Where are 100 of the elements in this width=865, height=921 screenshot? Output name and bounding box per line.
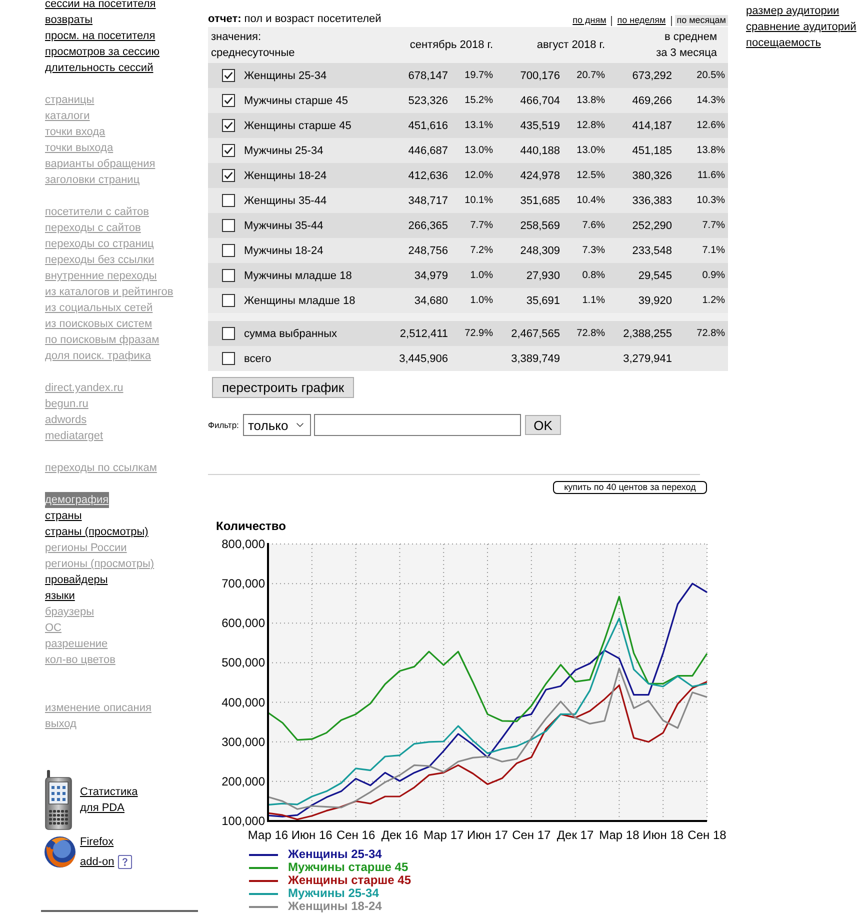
table-cell: 351,685 bbox=[497, 188, 564, 213]
values-mode: среднесуточные bbox=[211, 46, 296, 61]
table-cell: 3,279,941 bbox=[609, 346, 676, 371]
checkbox[interactable] bbox=[222, 244, 235, 257]
table-cell: 12.0% bbox=[452, 163, 498, 188]
legend-label: Женщины 18-24 bbox=[288, 900, 382, 913]
nav-link[interactable]: заголовки страниц bbox=[45, 172, 140, 188]
help-icon[interactable] bbox=[118, 855, 132, 869]
table-cell: 13.8% bbox=[564, 88, 610, 113]
checkbox[interactable] bbox=[222, 294, 235, 307]
y-tick-label: 300,000 bbox=[222, 734, 265, 749]
nav-link[interactable]: сессии на посетителя bbox=[45, 0, 156, 12]
buy-button[interactable]: купить по 40 центов за переход bbox=[553, 481, 707, 494]
filter-select[interactable]: только bbox=[243, 414, 311, 436]
filter-input[interactable] bbox=[314, 414, 521, 436]
row-label: Женщины 18-24 bbox=[240, 163, 390, 188]
nav-link[interactable]: провайдеры bbox=[45, 572, 108, 588]
values-label: значения: bbox=[211, 30, 262, 45]
table-cell: 435,519 bbox=[497, 113, 564, 138]
nav-link[interactable]: точки входа bbox=[45, 124, 106, 140]
x-tick-label: Мар 16 bbox=[248, 828, 288, 842]
nav-link[interactable]: страны bbox=[45, 508, 82, 524]
nav-link[interactable]: возвраты bbox=[45, 12, 93, 28]
y-tick-label: 500,000 bbox=[222, 656, 265, 670]
nav-link[interactable]: варианты обращения bbox=[45, 156, 156, 172]
nav-link[interactable]: размер аудитории bbox=[746, 3, 840, 19]
nav-link[interactable]: ОС bbox=[45, 620, 62, 636]
row-label: Мужчины 25-34 bbox=[240, 138, 390, 163]
nav-link[interactable]: переходы по ссылкам bbox=[45, 460, 157, 476]
nav-link[interactable]: каталоги bbox=[45, 108, 90, 124]
nav-link[interactable]: посетители с сайтов bbox=[45, 204, 149, 220]
table-cell: 446,687 bbox=[390, 138, 452, 163]
nav-link[interactable]: кол-во цветов bbox=[45, 652, 116, 668]
checkbox[interactable] bbox=[222, 69, 235, 82]
promo-link[interactable]: Firefox add-on bbox=[80, 832, 120, 872]
nav-link[interactable]: переходы без ссылки bbox=[45, 252, 154, 268]
period-link[interactable]: по неделям bbox=[615, 15, 668, 26]
table-cell: 7.7% bbox=[452, 213, 498, 238]
table-cell: 252,290 bbox=[609, 213, 676, 238]
nav-link[interactable]: посещаемость bbox=[746, 35, 821, 51]
nav-link[interactable]: из каталогов и рейтингов bbox=[45, 284, 174, 300]
nav-link[interactable]: регионы России bbox=[45, 540, 127, 556]
nav-link[interactable]: изменение описания bbox=[45, 700, 152, 716]
table-cell: 3,389,749 bbox=[497, 346, 564, 371]
nav-link[interactable]: просм. на посетителя bbox=[45, 28, 156, 44]
nav-link[interactable]: точки выхода bbox=[45, 140, 114, 156]
checkbox[interactable] bbox=[222, 119, 235, 132]
nav-link[interactable]: страны (просмотры) bbox=[45, 524, 148, 540]
checkbox[interactable] bbox=[222, 94, 235, 107]
period-link[interactable]: по месяцам bbox=[674, 15, 728, 26]
x-tick-label: Сен 18 bbox=[688, 828, 726, 842]
nav-link[interactable]: регионы (просмотры) bbox=[45, 556, 154, 572]
table-cell: 1.2% bbox=[676, 288, 728, 313]
nav-link[interactable]: по поисковым фразам bbox=[45, 332, 160, 348]
table-cell: 11.6% bbox=[676, 163, 728, 188]
nav-link[interactable]: выход bbox=[45, 716, 76, 732]
period-link[interactable]: по дням bbox=[570, 15, 608, 26]
row-label: Мужчины младше 18 bbox=[240, 263, 390, 288]
checkbox[interactable] bbox=[222, 144, 235, 157]
nav-link[interactable]: страницы bbox=[45, 92, 94, 108]
nav-link[interactable]: сравнение аудиторий bbox=[746, 19, 856, 35]
x-tick-label: Дек 17 bbox=[556, 828, 594, 842]
table-cell: 266,365 bbox=[390, 213, 452, 238]
table-cell: 19.7% bbox=[452, 63, 498, 88]
row-label: Мужчины 18-24 bbox=[240, 238, 390, 263]
table-cell: 13.1% bbox=[452, 113, 498, 138]
nav-link[interactable]: разрешение bbox=[45, 636, 108, 652]
nav-link[interactable]: браузеры bbox=[45, 604, 94, 620]
nav-link[interactable]: доля поиск. трафика bbox=[45, 348, 152, 364]
checkbox[interactable] bbox=[222, 327, 235, 340]
checkbox[interactable] bbox=[222, 169, 235, 182]
checkbox[interactable] bbox=[222, 352, 235, 365]
nav-link[interactable]: begun.ru bbox=[45, 396, 88, 412]
rebuild-chart-button[interactable]: перестроить график bbox=[212, 377, 354, 398]
x-tick-label: Июн 17 bbox=[467, 828, 508, 842]
nav-link[interactable]: внутренние переходы bbox=[45, 268, 157, 284]
table-cell: 29,545 bbox=[609, 263, 676, 288]
nav-link[interactable]: просмотров за сессию bbox=[45, 44, 160, 60]
promo-link[interactable]: Статистика для PDA bbox=[80, 784, 142, 816]
nav-link[interactable]: переходы с сайтов bbox=[45, 220, 141, 236]
table-cell: 469,266 bbox=[609, 88, 676, 113]
nav-link[interactable]: из социальных сетей bbox=[45, 300, 153, 316]
x-tick-label: Мар 17 bbox=[424, 828, 464, 842]
checkbox[interactable] bbox=[222, 219, 235, 232]
table-cell: 336,383 bbox=[609, 188, 676, 213]
table-cell: 700,176 bbox=[497, 63, 564, 88]
ok-button[interactable]: OK bbox=[525, 415, 561, 435]
nav-link[interactable]: adwords bbox=[45, 412, 87, 428]
nav-link[interactable]: демография bbox=[45, 492, 109, 508]
x-tick-label: Мар 18 bbox=[599, 828, 640, 842]
checkbox[interactable] bbox=[222, 269, 235, 282]
chart-title: Количество bbox=[215, 520, 286, 533]
nav-link[interactable]: direct.yandex.ru bbox=[45, 380, 124, 396]
nav-link[interactable]: языки bbox=[45, 588, 75, 604]
checkbox[interactable] bbox=[222, 194, 235, 207]
nav-link[interactable]: mediatarget bbox=[45, 428, 104, 444]
nav-link[interactable]: длительность сессий bbox=[45, 60, 154, 76]
nav-link[interactable]: из поисковых систем bbox=[45, 316, 152, 332]
table-cell: 1.0% bbox=[452, 288, 498, 313]
nav-link[interactable]: переходы со страниц bbox=[45, 236, 154, 252]
